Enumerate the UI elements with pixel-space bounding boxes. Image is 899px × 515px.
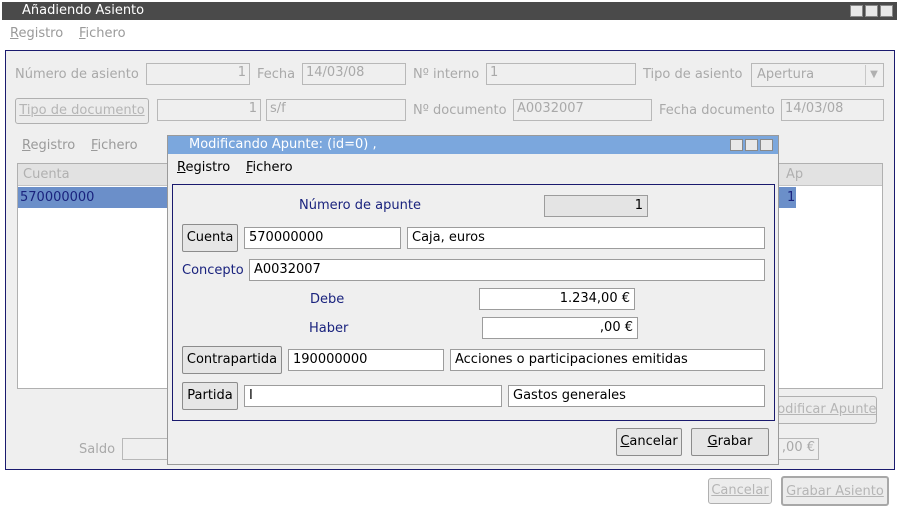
concepto-input[interactable]: A0032007	[249, 259, 765, 281]
cuenta-description[interactable]: Caja, euros	[407, 227, 765, 249]
header-apunte: Ap	[786, 167, 804, 182]
saldo-field[interactable]	[122, 438, 172, 460]
tipo-documento-num-field[interactable]: 1	[157, 99, 261, 121]
numero-interno-field[interactable]: 1	[486, 63, 636, 85]
debe-label: Debe	[310, 292, 345, 307]
fecha-field[interactable]: 14/03/08	[302, 63, 406, 85]
menu-fichero[interactable]: Fichero	[79, 26, 126, 41]
numero-documento-field[interactable]: A0032007	[513, 99, 652, 121]
numero-apunte-label: Número de apunte	[299, 198, 421, 213]
numero-asiento-field[interactable]: 1	[146, 63, 250, 85]
debe-input[interactable]: 1.234,00 €	[479, 288, 635, 310]
minimize-button[interactable]	[850, 5, 863, 17]
saldo-label: Saldo	[79, 442, 116, 457]
inner-menu-registro[interactable]: Registro	[22, 138, 75, 153]
contrapartida-input[interactable]: 190000000	[288, 349, 444, 371]
dialog-title: Modificando Apunte: (id=0) ,	[189, 137, 377, 152]
saldo-right-field[interactable]: ,00 €	[775, 438, 819, 460]
numero-documento-label: Nº documento	[413, 103, 507, 118]
window-titlebar: Añadiendo Asiento	[2, 2, 897, 20]
numero-asiento-label: Número de asiento	[15, 67, 139, 82]
cuenta-input[interactable]: 570000000	[244, 227, 401, 249]
dialog-menu-fichero[interactable]: Fichero	[246, 160, 293, 175]
inner-menu-fichero[interactable]: Fichero	[91, 138, 138, 153]
tipo-documento-button[interactable]: Tipo de documento	[15, 98, 149, 124]
fecha-documento-label: Fecha documento	[659, 103, 775, 118]
menu-registro-label: egistro	[18, 26, 64, 41]
cuenta-button[interactable]: Cuenta	[182, 224, 238, 252]
partida-description[interactable]: Gastos generales	[508, 385, 765, 407]
tipo-asiento-label: Tipo de asiento	[643, 67, 743, 82]
haber-label: Haber	[309, 321, 349, 336]
tipo-asiento-value: Apertura	[757, 67, 815, 82]
header-cuenta: Cuenta	[23, 167, 70, 182]
haber-input[interactable]: ,00 €	[482, 317, 638, 339]
fecha-documento-field[interactable]: 14/03/08	[781, 99, 884, 121]
window-title: Añadiendo Asiento	[22, 3, 145, 18]
partida-input[interactable]: I	[244, 385, 502, 407]
concepto-label: Concepto	[182, 263, 244, 278]
contrapartida-description[interactable]: Acciones o participaciones emitidas	[450, 349, 765, 371]
modificar-apunte-button[interactable]: Modificar Apunte	[765, 396, 877, 424]
close-button[interactable]	[880, 5, 893, 17]
contrapartida-button[interactable]: Contrapartida	[182, 346, 282, 374]
dialog-titlebar: Modificando Apunte: (id=0) ,	[168, 136, 778, 154]
row-apunte: 1	[787, 190, 796, 205]
dialog-close-button[interactable]	[760, 139, 773, 151]
dialog-maximize-button[interactable]	[745, 139, 758, 151]
dialog-minimize-button[interactable]	[730, 139, 743, 151]
row-cuenta: 570000000	[20, 190, 95, 205]
cancelar-asiento-button[interactable]: Cancelar	[708, 478, 772, 504]
dialog-menu-registro[interactable]: Registro	[177, 160, 230, 175]
fecha-label: Fecha	[257, 67, 296, 82]
maximize-button[interactable]	[865, 5, 878, 17]
dialog-grabar-button[interactable]: Grabar	[691, 428, 769, 456]
chevron-down-icon[interactable]: ▼	[865, 65, 882, 85]
grabar-asiento-button[interactable]: Grabar Asiento	[781, 476, 889, 506]
dialog-cancelar-button[interactable]: Cancelar	[616, 428, 682, 456]
numero-interno-label: Nº interno	[413, 67, 480, 82]
tipo-documento-code-field[interactable]: s/f	[266, 99, 406, 121]
menu-registro[interactable]: Registro	[10, 26, 63, 41]
partida-button[interactable]: Partida	[182, 382, 238, 410]
numero-apunte-field: 1	[544, 195, 648, 217]
